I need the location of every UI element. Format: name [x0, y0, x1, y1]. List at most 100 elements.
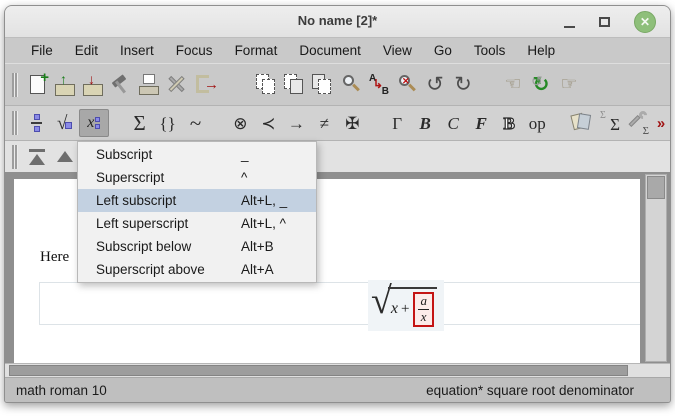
down-arrow-icon: ↓: [88, 71, 95, 87]
undo-button[interactable]: ↺: [421, 71, 449, 99]
spell-check-button[interactable]: ✕: [393, 71, 421, 99]
variable-x: x: [391, 300, 398, 318]
jump-to-top-icon: [29, 149, 45, 165]
menu-item-left-subscript[interactable]: Left subscript Alt+L, _: [78, 189, 316, 212]
search-button[interactable]: [337, 71, 365, 99]
equation[interactable]: √ x + a x: [368, 280, 444, 331]
vertical-scrollbar-thumb[interactable]: [647, 176, 665, 199]
menu-item-left-superscript[interactable]: Left superscript Alt+L, ^: [78, 212, 316, 235]
blackboard-b-icon: B: [504, 115, 515, 132]
toolbar-drag-handle[interactable]: [12, 73, 17, 97]
script-button-pressed[interactable]: x: [79, 109, 109, 137]
close-document-button[interactable]: →: [191, 71, 219, 99]
paste-button[interactable]: [281, 71, 309, 99]
fraktur-f-icon: F: [476, 115, 487, 132]
braces-icon: {}: [159, 115, 175, 132]
fraktur-button[interactable]: F: [467, 109, 495, 137]
replace-button[interactable]: A ↳ B: [365, 71, 393, 99]
focused-fraction[interactable]: a x: [413, 292, 434, 327]
reload-icon: ↺: [531, 74, 543, 88]
big-operator-button[interactable]: Σ: [126, 109, 154, 137]
menubar: File Edit Insert Focus Format Document V…: [5, 38, 670, 63]
back-hand-icon: ☜: [504, 75, 521, 94]
open-file-button[interactable]: ↑: [51, 71, 79, 99]
math-preferences-button[interactable]: Σ: [624, 109, 652, 137]
reload-button[interactable]: ↺ ↻: [527, 71, 555, 99]
arrow-button[interactable]: →: [282, 109, 310, 137]
vertical-scrollbar[interactable]: [645, 174, 667, 362]
menu-format[interactable]: Format: [224, 43, 289, 58]
menu-item-subscript[interactable]: Subscript _: [78, 143, 316, 166]
save-file-button[interactable]: ↓: [79, 71, 107, 99]
redo-button[interactable]: ↻: [449, 71, 477, 99]
miscellaneous-symbol-button[interactable]: ✠: [338, 109, 366, 137]
window-controls: ✕: [564, 6, 656, 38]
relation-button[interactable]: ≺: [254, 109, 282, 137]
jump-to-top-button[interactable]: [23, 143, 51, 171]
paragraph-text[interactable]: Here: [40, 249, 69, 266]
plus-operator: +: [400, 301, 410, 318]
back-button[interactable]: ☜: [499, 71, 527, 99]
menu-item-superscript[interactable]: Superscript ^: [78, 166, 316, 189]
toolbar-drag-handle[interactable]: [12, 111, 17, 135]
brackets-button[interactable]: {}: [154, 109, 182, 137]
square-root-button[interactable]: √: [51, 109, 79, 137]
sigma-style-icon: Σ: [600, 110, 606, 121]
new-document-button[interactable]: +: [23, 71, 51, 99]
printer-page: [143, 74, 155, 84]
style-button[interactable]: [107, 71, 135, 99]
preferences-button[interactable]: [163, 71, 191, 99]
menu-tools[interactable]: Tools: [463, 43, 517, 58]
toolbar-drag-handle[interactable]: [12, 145, 17, 169]
op-icon: op: [529, 115, 546, 132]
status-context-text: equation* square root denominator: [426, 383, 634, 398]
horizontal-scrollbar[interactable]: [5, 363, 670, 377]
fraction-icon: [31, 114, 42, 132]
titlebar[interactable]: No name [2]* ✕: [5, 6, 670, 38]
focus-up-button[interactable]: [51, 143, 79, 171]
menu-go[interactable]: Go: [423, 43, 463, 58]
square-root-expression: √ x + a x: [371, 283, 437, 327]
menu-focus[interactable]: Focus: [165, 43, 224, 58]
operator-button[interactable]: op: [523, 109, 551, 137]
sum-icon: Σ: [133, 113, 145, 134]
copy-button[interactable]: [253, 71, 281, 99]
calligraphic-c-icon: C: [448, 115, 459, 132]
menu-file[interactable]: File: [20, 43, 64, 58]
forward-button[interactable]: ☞: [555, 71, 583, 99]
equation-row[interactable]: √ x + a x: [39, 282, 640, 325]
horizontal-scrollbar-thumb[interactable]: [9, 365, 628, 376]
fraction-button[interactable]: [23, 109, 51, 137]
fraction-numerator: a: [418, 294, 429, 309]
menu-insert[interactable]: Insert: [109, 43, 165, 58]
blackboard-bold-button[interactable]: B: [495, 109, 523, 137]
menu-view[interactable]: View: [372, 43, 423, 58]
maximize-button[interactable]: [599, 17, 610, 27]
menu-item-subscript-below[interactable]: Subscript below Alt+B: [78, 235, 316, 258]
cut-button[interactable]: [309, 71, 337, 99]
menu-help[interactable]: Help: [516, 43, 566, 58]
menu-edit[interactable]: Edit: [64, 43, 109, 58]
not-equal-icon: ≠: [320, 115, 329, 132]
close-button[interactable]: ✕: [634, 11, 656, 33]
negation-button[interactable]: ≠: [310, 109, 338, 137]
fraction-denominator: x: [418, 309, 429, 325]
toolbar-overflow-button[interactable]: »: [652, 109, 670, 137]
gamma-icon: Γ: [392, 115, 402, 132]
accent-button[interactable]: ~: [182, 109, 210, 137]
menu-document[interactable]: Document: [288, 43, 372, 58]
menu-item-superscript-above[interactable]: Superscript above Alt+A: [78, 258, 316, 281]
texmacs-window: No name [2]* ✕ File Edit Insert Focus Fo…: [4, 5, 671, 403]
greek-letter-button[interactable]: Γ: [383, 109, 411, 137]
bold-letter-button[interactable]: B: [411, 109, 439, 137]
minimize-button[interactable]: [564, 26, 575, 28]
insert-pages-button[interactable]: [568, 109, 596, 137]
sigma-style-button[interactable]: Σ Σ: [596, 109, 624, 137]
print-button[interactable]: [135, 71, 163, 99]
undo-icon: ↺: [426, 74, 444, 95]
triangle-up-icon: [57, 151, 73, 162]
calligraphic-button[interactable]: C: [439, 109, 467, 137]
exit-arrow-icon: →: [204, 76, 219, 93]
prec-icon: ≺: [261, 115, 275, 132]
binary-operator-button[interactable]: ⊗: [226, 109, 254, 137]
